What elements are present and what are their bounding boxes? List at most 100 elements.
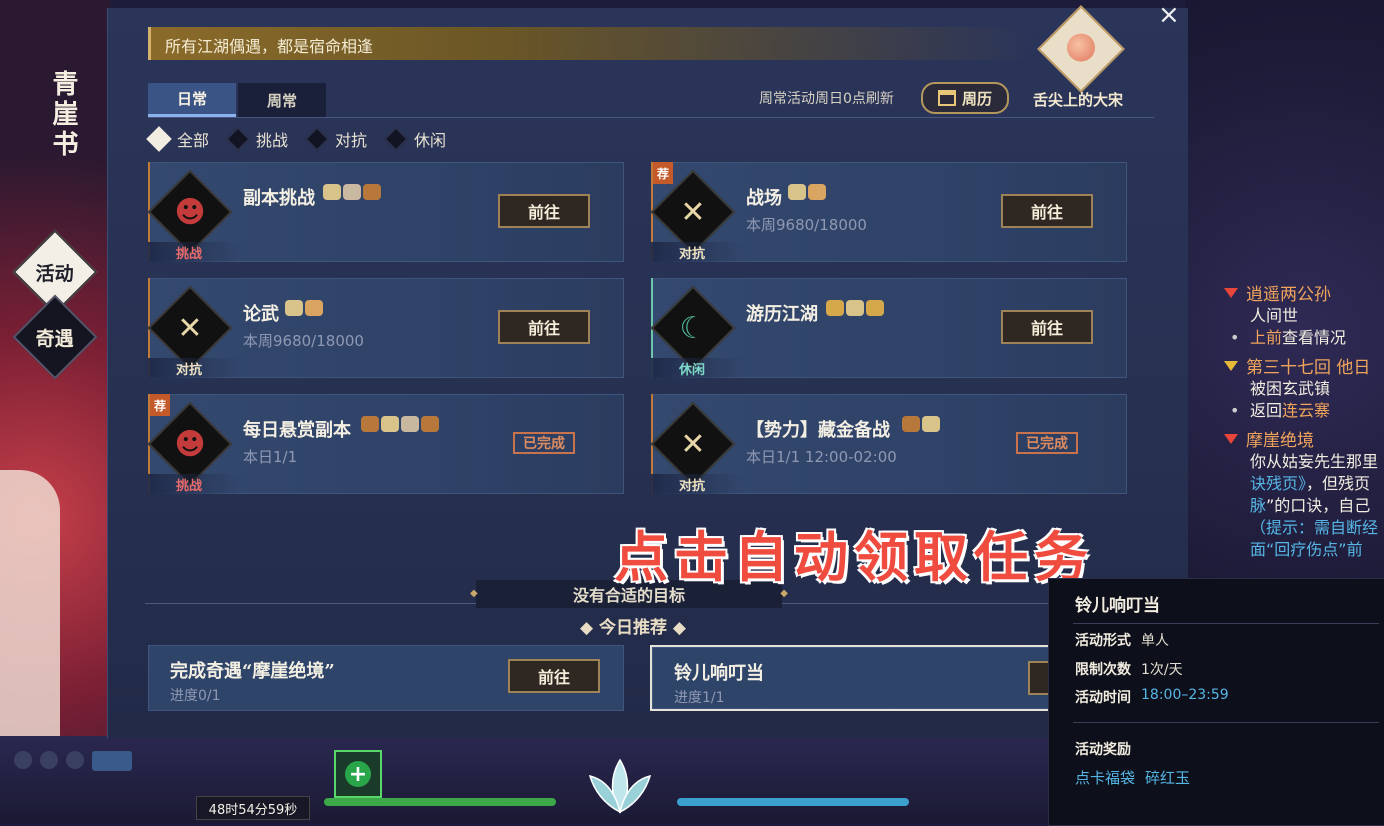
activity-type-label: 挑战	[148, 474, 242, 494]
activity-progress: 本周9680/18000	[746, 216, 867, 234]
tooltip-row-form: 活动形式 单人	[1075, 633, 1169, 649]
quest-line: 人间世	[1250, 306, 1299, 325]
activity-card[interactable]: ☻ 挑战 副本挑战 前往	[147, 162, 624, 262]
health-bar	[324, 798, 556, 806]
chat-controls	[14, 751, 132, 771]
tooltip-title: 铃儿响叮当	[1075, 596, 1160, 616]
activity-progress: 本日1/1 12:00-02:00	[746, 448, 897, 466]
go-button[interactable]: 前往	[498, 194, 590, 228]
buff-timer: 48时54分59秒	[196, 796, 310, 820]
activity-type-label: 挑战	[148, 242, 242, 262]
lotus-emblem-icon	[588, 758, 652, 814]
quest-line[interactable]: 上前查看情况	[1220, 327, 1384, 349]
completed-stamp: 已完成	[513, 432, 575, 454]
activity-progress: 本日1/1	[243, 448, 298, 466]
tooltip-divider	[1073, 722, 1379, 723]
quest-tracker: 逍遥两公孙人间世上前查看情况第三十七回 他日被困玄武镇返回连云寨摩崖绝境你从姑妄…	[1220, 276, 1384, 561]
reward-icons	[826, 300, 884, 316]
overlay-caption: 点击自动领取任务	[614, 525, 1094, 589]
go-button[interactable]: 前往	[1001, 194, 1093, 228]
reward-icons	[788, 184, 826, 200]
tab-daily[interactable]: 日常	[148, 83, 236, 117]
radio-diamond-icon	[225, 126, 251, 152]
activity-title: 【势力】藏金备战	[746, 420, 890, 441]
activity-card[interactable]: 荐 ☻ 挑战 每日悬赏副本 本日1/1 已完成	[147, 394, 624, 494]
category-filters: 全部 挑战 对抗 休闲	[146, 126, 446, 152]
close-icon[interactable]: ×	[1158, 0, 1180, 30]
reward-icons	[323, 184, 381, 200]
gear-reward-icon	[401, 416, 419, 432]
activity-type-label: 对抗	[148, 358, 242, 378]
filter-all[interactable]: 全部	[146, 126, 209, 152]
filter-versus[interactable]: 对抗	[304, 126, 367, 152]
go-button[interactable]: 前往	[1001, 310, 1093, 344]
filter-challenge[interactable]: 挑战	[225, 126, 288, 152]
peach-icon	[1067, 33, 1095, 62]
radio-diamond-icon	[146, 126, 172, 152]
activity-title: 游历江湖	[746, 304, 818, 325]
pouch-reward-icon	[363, 184, 381, 200]
heal-skill-icon[interactable]: +	[334, 750, 382, 798]
crossed-swords-icon: ✕	[177, 310, 203, 346]
activity-card[interactable]: ✕ 对抗 论武 本周9680/18000 前往	[147, 278, 624, 378]
tab-weekly[interactable]: 周常	[238, 83, 326, 117]
book-title: 青崖书	[48, 70, 78, 160]
quest-heading[interactable]: 摩崖绝境	[1220, 426, 1384, 451]
activity-card[interactable]: ✕ 对抗 【势力】藏金备战 本日1/1 12:00-02:00 已完成	[650, 394, 1127, 494]
sword-reward-icon	[305, 300, 323, 316]
activity-title: 每日悬赏副本	[243, 420, 351, 441]
quest-heading[interactable]: 逍遥两公孙	[1220, 280, 1384, 305]
go-button[interactable]: 前往	[508, 659, 600, 693]
crossed-swords-icon: ✕	[680, 194, 706, 230]
reward-icons	[285, 300, 323, 316]
exp-reward-icon	[788, 184, 806, 200]
quest-line: 你从姑妄先生那里	[1250, 452, 1379, 471]
reward-icons	[361, 416, 439, 432]
activity-type-label: 对抗	[651, 474, 745, 494]
activity-type-label: 休闲	[651, 358, 745, 378]
tooltip-reward-label: 活动奖励	[1075, 742, 1131, 758]
recommend-card-encounter[interactable]: 完成奇遇“摩崖绝境” 进度0/1 前往	[148, 645, 624, 711]
weekly-calendar-button[interactable]: 周历	[921, 82, 1009, 114]
activity-card[interactable]: ☾ 休闲 游历江湖 前往	[650, 278, 1127, 378]
emoji-icon[interactable]	[40, 751, 58, 769]
calendar-icon	[937, 90, 956, 106]
exp-reward-icon	[846, 300, 864, 316]
completed-stamp: 已完成	[1016, 432, 1078, 454]
activity-title: 战场	[746, 188, 782, 209]
reward-icons	[902, 416, 940, 432]
motto-banner: 所有江湖偶遇，都是宿命相逢	[148, 27, 1031, 60]
tab-divider	[148, 117, 1154, 118]
microphone-icon[interactable]	[92, 751, 132, 771]
return-icon[interactable]	[14, 751, 32, 769]
pouch-reward-icon	[421, 416, 439, 432]
quest-marker-icon	[1224, 433, 1238, 444]
crossed-swords-icon: ✕	[680, 426, 706, 462]
pouch-reward-icon	[902, 416, 920, 432]
activity-title: 论武	[243, 304, 279, 325]
quest-line: 面“回疗伤点”前	[1250, 540, 1363, 559]
exp-reward-icon	[381, 416, 399, 432]
gear-reward-icon	[343, 184, 361, 200]
activity-type-label: 对抗	[651, 242, 745, 262]
settings-icon[interactable]	[66, 751, 84, 769]
filter-leisure[interactable]: 休闲	[383, 126, 446, 152]
tooltip-divider	[1073, 623, 1379, 624]
go-button[interactable]: 前往	[498, 310, 590, 344]
tooltip-reward-items: 点卡福袋 碎红玉	[1075, 769, 1191, 787]
exp-reward-icon	[922, 416, 940, 432]
exp-reward-icon	[285, 300, 303, 316]
character-name: 舌尖上的大宋	[1033, 91, 1124, 109]
quest-heading[interactable]: 第三十七回 他日	[1220, 353, 1384, 378]
refresh-note: 周常活动周日0点刷新	[759, 91, 894, 107]
quest-line: （提示：需自断经	[1250, 518, 1379, 537]
quest-line[interactable]: 返回连云寨	[1220, 400, 1384, 422]
scroll-reward-icon	[826, 300, 844, 316]
activity-card[interactable]: 荐 ✕ 对抗 战场 本周9680/18000 前往	[650, 162, 1127, 262]
activity-title: 副本挑战	[243, 188, 315, 209]
quest-line: 诀残页》，但残页	[1250, 474, 1371, 493]
recommended-tag: 荐	[653, 162, 673, 184]
radio-diamond-icon	[383, 126, 409, 152]
recommended-tag: 荐	[150, 394, 170, 416]
pouch-reward-icon	[361, 416, 379, 432]
